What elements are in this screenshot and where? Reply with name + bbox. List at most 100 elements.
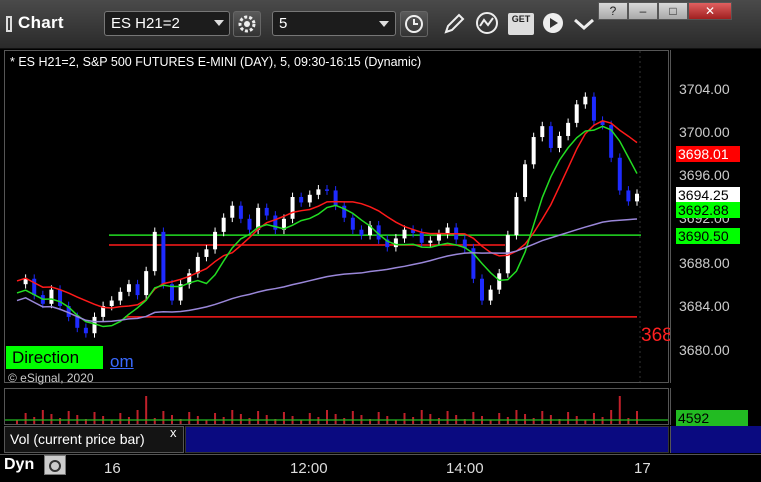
candle-body [92,316,97,334]
volume-bar [239,414,242,424]
purple-moving-average [16,218,638,323]
time-template-button[interactable] [400,11,428,37]
candle-body [350,217,355,230]
volume-bar [50,414,53,424]
candle-body [574,104,579,123]
volume-bar [41,410,44,424]
candle-body [436,234,441,241]
candle-body [393,238,398,248]
volume-axis-strip [670,426,761,453]
price-tick: 3700.00 [679,124,730,140]
price-tick: 3704.00 [679,81,730,97]
volume-bar [16,420,18,424]
app-title: Chart [18,13,64,32]
candle-body [583,96,588,105]
price-tick: 3684.00 [679,298,730,314]
volume-bar [59,418,62,424]
candle-body [213,231,218,250]
volume-bar [214,413,217,424]
copyright-text: © eSignal, 2020 [8,371,94,385]
candle-body [204,249,209,257]
time-tick: 16 [104,460,121,477]
symbol-input[interactable]: ES H21=2 [104,11,230,36]
close-window-button[interactable]: ✕ [688,2,732,20]
volume-bar [300,420,303,424]
get-label: GET [511,14,531,24]
studies-button[interactable] [474,11,502,37]
clock-icon [405,15,423,33]
price-axis[interactable]: 3704.00 3700.00 3696.00 3692.00 3688.00 … [670,50,761,383]
candle-body [523,164,528,197]
volume-bar [136,410,139,424]
symbol-value: ES H21=2 [111,15,180,32]
volume-bar [334,414,337,424]
candle-body [221,217,226,232]
volume-pane[interactable] [4,388,669,425]
maximize-button[interactable]: □ [658,2,688,20]
candle-body [635,193,639,202]
candle-body [617,157,622,191]
candle-body [144,271,149,296]
candle-body [316,189,321,195]
volume-bar [308,413,311,424]
candle-body [428,240,433,243]
volume-bar [343,418,346,424]
draw-tool-button[interactable] [440,11,468,37]
study-icon [476,12,498,34]
volume-bar [24,413,27,424]
candle-body [264,207,269,216]
candle-body [419,232,424,243]
interval-select[interactable]: 5 [272,11,396,36]
volume-bar [567,412,570,424]
candle-body [540,126,545,138]
help-button[interactable]: ? [598,2,628,20]
green-moving-average [16,125,638,328]
volume-bar [110,420,113,424]
candle-body [49,289,54,304]
candle-body [333,190,338,206]
candle-body [548,126,553,148]
minimize-button[interactable]: – [628,2,658,20]
volume-bar [541,411,544,424]
volume-bar [326,410,328,424]
candle-body [75,316,80,328]
candle-body [118,291,123,301]
volume-bar [498,413,501,424]
volume-bar [627,418,630,424]
candle-body [290,197,295,219]
interval-value: 5 [279,15,288,32]
candle-body [514,197,519,236]
price-tick: 3680.00 [679,342,730,358]
candle-body [566,122,571,136]
more-button[interactable] [571,11,597,37]
price-tag-last: 3694.25 [676,187,740,203]
volume-bar [489,420,492,424]
candle-body [247,218,252,230]
price-chart-pane[interactable] [4,50,669,383]
volume-bar [231,410,234,424]
candle-body [557,135,562,148]
volume-close-button[interactable]: x [170,425,177,440]
volume-svg [5,396,668,424]
volume-bar [592,413,595,424]
candle-body [359,229,364,236]
time-axis[interactable]: 16 12:00 14:00 17 [0,454,761,482]
dynamic-label: Dyn [4,456,35,473]
get-data-button[interactable]: GET [508,13,534,35]
volume-bar [394,420,397,424]
volume-bar [162,411,165,424]
direction-label: Direction [6,346,103,369]
time-tick: 14:00 [446,460,484,477]
partial-link[interactable]: om [110,352,134,372]
candle-body [238,205,243,219]
volume-bar [93,412,96,424]
play-button[interactable] [540,11,568,37]
volume-bar [584,420,587,424]
volume-bar [515,410,518,424]
dynamic-toggle-button[interactable] [44,455,66,475]
volume-label: Vol (current price bar) [10,431,145,447]
candle-body [83,327,88,334]
symbol-settings-button[interactable] [233,11,261,37]
candle-body [307,194,312,203]
candle-body [480,278,484,301]
